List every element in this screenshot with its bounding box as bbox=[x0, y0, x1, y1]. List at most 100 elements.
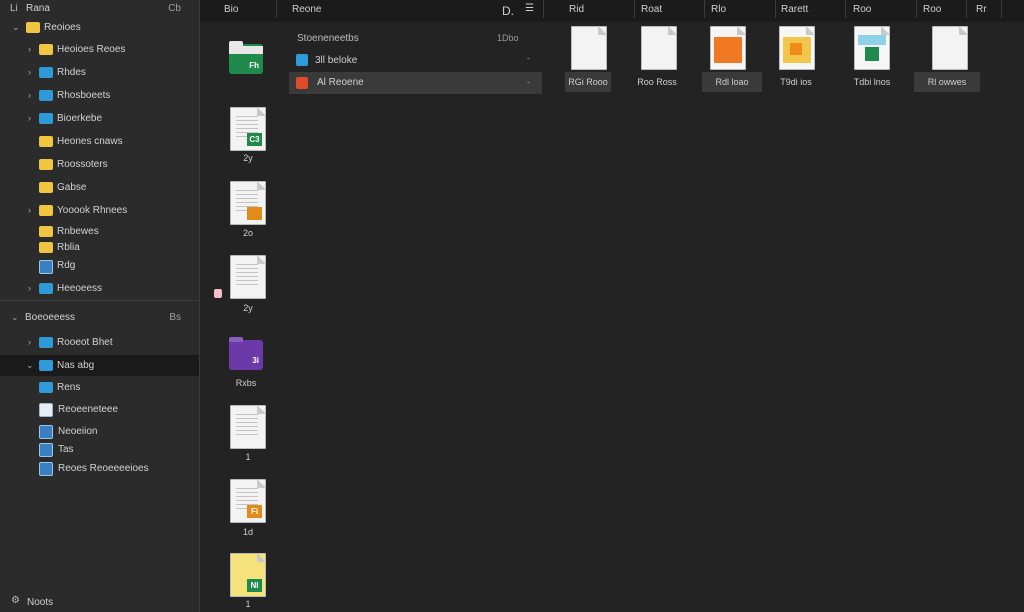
chevron-right-icon[interactable]: › bbox=[28, 67, 31, 77]
presentation-icon bbox=[296, 77, 308, 89]
chevron-down-icon[interactable]: ⌄ bbox=[11, 312, 19, 323]
sidebar-item[interactable]: Neoeiion bbox=[0, 421, 199, 441]
column-header[interactable]: Roo bbox=[923, 4, 941, 15]
column-separator[interactable] bbox=[1001, 0, 1002, 18]
column-header-aux[interactable]: D. bbox=[502, 4, 514, 18]
sidebar-item[interactable]: Rdg bbox=[0, 256, 199, 276]
app-icon: Li bbox=[10, 3, 18, 14]
sidebar-count: Cb bbox=[168, 3, 181, 14]
text-file-icon[interactable] bbox=[571, 26, 607, 70]
sidebar-item-label: Rdg bbox=[57, 260, 76, 271]
chevron-right-icon[interactable]: › bbox=[28, 90, 31, 100]
image-icon bbox=[39, 260, 53, 274]
folder-icon bbox=[26, 22, 40, 33]
spreadsheet-file-icon[interactable]: Nl bbox=[230, 553, 266, 597]
sidebar-item[interactable]: › Heeoeess bbox=[0, 278, 199, 298]
sidebar-item-label: Rhdes bbox=[57, 67, 86, 78]
sidebar: Li Rana Cb ⌄ Reoioes › Heoioes Reoes › R… bbox=[0, 0, 200, 612]
column-separator[interactable] bbox=[704, 0, 705, 18]
list-header-label: Stoeneneetbs bbox=[297, 33, 359, 44]
sidebar-item[interactable]: Reoes Reoeeeeioes bbox=[0, 458, 199, 478]
sidebar-item[interactable]: ⌄ Reoioes bbox=[0, 17, 199, 37]
sidebar-item-label: Gabse bbox=[57, 182, 87, 193]
chevron-right-icon[interactable]: › bbox=[28, 113, 31, 123]
image-icon bbox=[39, 425, 53, 439]
sidebar-item[interactable]: › Bioerkebe bbox=[0, 108, 199, 128]
text-file-icon[interactable] bbox=[230, 405, 266, 449]
sidebar-item[interactable]: › Rooeot Bhet bbox=[0, 332, 199, 352]
column-header[interactable]: Roo bbox=[853, 4, 871, 15]
column-header-a[interactable]: Bio bbox=[224, 4, 238, 15]
sidebar-item[interactable]: › Rhosboeets bbox=[0, 85, 199, 105]
column-separator[interactable] bbox=[276, 0, 277, 18]
text-file-icon[interactable] bbox=[932, 26, 968, 70]
chevron-down-icon[interactable]: ⌄ bbox=[12, 22, 20, 33]
sidebar-header: Li Rana Cb bbox=[0, 0, 199, 16]
tag-icon[interactable] bbox=[214, 289, 222, 298]
image-file-icon[interactable] bbox=[230, 181, 266, 225]
list-item[interactable]: 3ll beloke - bbox=[289, 49, 542, 71]
file-label: 2y bbox=[243, 303, 253, 313]
sidebar-item[interactable]: Rblia bbox=[0, 237, 199, 257]
sidebar-item-selected[interactable]: ⌄ Nas abg bbox=[0, 355, 199, 376]
folder-icon bbox=[39, 360, 53, 371]
column-header-bar: Bio Reone D. ☰ Rid Roat Rlo Rarett Roo R… bbox=[200, 0, 1024, 22]
list-view-icon[interactable]: ☰ bbox=[525, 3, 534, 14]
sidebar-item[interactable]: Heones cnaws bbox=[0, 131, 199, 151]
folder-icon bbox=[39, 67, 53, 78]
list-header-row[interactable]: Stoeneneetbs 1Dbo bbox=[289, 29, 542, 51]
sidebar-item[interactable]: › Heoioes Reoes bbox=[0, 39, 199, 59]
column-header[interactable]: Rid bbox=[569, 4, 584, 15]
file-label: Rdl loao bbox=[702, 72, 762, 92]
document-icon bbox=[39, 403, 53, 417]
chevron-right-icon[interactable]: › bbox=[28, 44, 31, 54]
column-separator[interactable] bbox=[543, 0, 544, 18]
column-separator[interactable] bbox=[845, 0, 846, 18]
sidebar-item[interactable]: › Yooook Rhnees bbox=[0, 200, 199, 220]
sidebar-title: Rana bbox=[26, 3, 50, 14]
column-header[interactable]: Roat bbox=[641, 4, 662, 15]
column-header[interactable]: Rlo bbox=[711, 4, 726, 15]
image-file-icon[interactable]: Fi bbox=[230, 479, 266, 523]
chevron-down-icon[interactable]: ⌄ bbox=[26, 360, 34, 371]
column-separator[interactable] bbox=[916, 0, 917, 18]
image-icon bbox=[39, 462, 53, 476]
column-separator[interactable] bbox=[775, 0, 776, 18]
list-header-aux: 1Dbo bbox=[497, 33, 519, 43]
sidebar-item-label: Rblia bbox=[57, 242, 80, 253]
column-separator[interactable] bbox=[634, 0, 635, 18]
folder-icon[interactable]: Fh bbox=[229, 41, 263, 74]
sidebar-item[interactable]: Rens bbox=[0, 377, 199, 397]
file-label: Rl owwes bbox=[914, 72, 980, 92]
sidebar-item[interactable]: Reoeeneteee bbox=[0, 399, 199, 419]
chevron-right-icon[interactable]: › bbox=[28, 337, 31, 347]
spreadsheet-file-icon[interactable] bbox=[854, 26, 890, 70]
presentation-file-icon[interactable] bbox=[710, 26, 746, 70]
column-header[interactable]: Rarett bbox=[781, 4, 808, 15]
sidebar-item-label: Rooeot Bhet bbox=[57, 337, 113, 348]
sidebar-section[interactable]: ⌄ Boeoeeess Bs bbox=[0, 307, 199, 327]
chevron-right-icon[interactable]: › bbox=[28, 283, 31, 293]
text-file-icon[interactable] bbox=[641, 26, 677, 70]
folder-icon bbox=[39, 44, 53, 55]
folder-icon[interactable]: 3i bbox=[229, 337, 263, 370]
folder-badge: 3i bbox=[252, 356, 259, 365]
spreadsheet-file-icon[interactable]: C3 bbox=[230, 107, 266, 151]
sidebar-item[interactable]: Roossoters bbox=[0, 154, 199, 174]
folder-icon bbox=[39, 205, 53, 216]
sidebar-footer[interactable]: ⚙ Noots bbox=[0, 592, 199, 612]
column-header-b[interactable]: Reone bbox=[292, 4, 321, 15]
image-file-icon[interactable] bbox=[779, 26, 815, 70]
chevron-right-icon[interactable]: › bbox=[28, 205, 31, 215]
file-label: Rxbs bbox=[235, 378, 257, 388]
section-label: Boeoeeess bbox=[25, 312, 76, 323]
gear-icon[interactable]: ⚙ bbox=[11, 595, 20, 606]
sidebar-item[interactable]: Gabse bbox=[0, 177, 199, 197]
file-label: RGi Rooo bbox=[565, 72, 611, 92]
column-separator[interactable] bbox=[966, 0, 967, 18]
column-header[interactable]: Rr bbox=[976, 4, 987, 15]
sidebar-item[interactable]: › Rhdes bbox=[0, 62, 199, 82]
sidebar-item[interactable]: Tas bbox=[0, 439, 199, 459]
text-file-icon[interactable] bbox=[230, 255, 266, 299]
list-item-selected[interactable]: Al Reoene - bbox=[289, 72, 542, 94]
